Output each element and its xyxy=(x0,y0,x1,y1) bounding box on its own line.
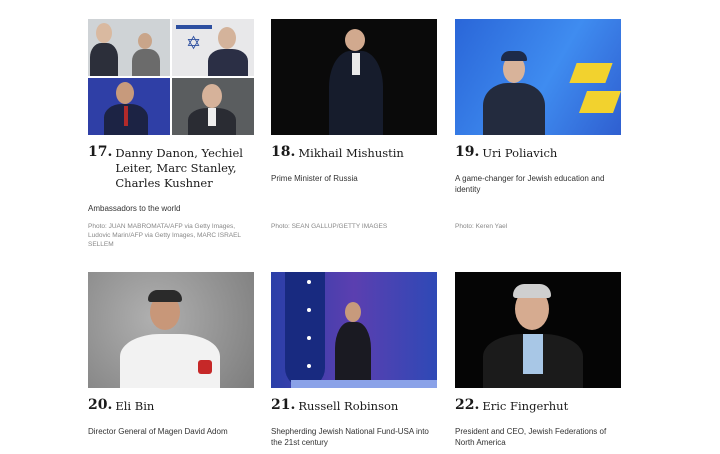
photo-eli-bin[interactable] xyxy=(88,272,254,388)
photo-charles-kushner xyxy=(172,78,254,135)
description: Shepherding Jewish National Fund-USA int… xyxy=(271,427,429,447)
card-title: 17. Danny Danon, Yechiel Leiter, Marc St… xyxy=(88,145,254,191)
card-title: 19. Uri Poliavich xyxy=(455,145,621,161)
description: President and CEO, Jewish Federations of… xyxy=(455,427,607,447)
collage-photo[interactable]: ✡ xyxy=(88,19,254,135)
rank-number: 17. xyxy=(88,144,113,160)
description: Ambassadors to the world xyxy=(88,204,181,213)
rank-number: 19. xyxy=(455,144,480,160)
card-21[interactable]: 21. Russell Robinson Shepherding Jewish … xyxy=(271,272,437,448)
honoree-names: Mikhail Mishustin xyxy=(298,146,404,160)
card-title: 18. Mikhail Mishustin xyxy=(271,145,437,161)
description: Prime Minister of Russia xyxy=(271,174,358,183)
photo-marc-stanley xyxy=(88,78,170,135)
card-title: 21. Russell Robinson xyxy=(271,398,437,414)
rank-number: 21. xyxy=(271,397,296,413)
rank-number: 18. xyxy=(271,144,296,160)
card-20[interactable]: 20. Eli Bin Director General of Magen Da… xyxy=(88,272,254,437)
photo-uri-poliavich[interactable] xyxy=(455,19,621,135)
honoree-names: Eli Bin xyxy=(115,399,155,413)
photo-russell-robinson[interactable] xyxy=(271,272,437,388)
rank-number: 20. xyxy=(88,397,113,413)
card-19[interactable]: 19. Uri Poliavich A game-changer for Jew… xyxy=(455,19,621,230)
photo-credit: Photo: SEAN GALLUP/GETTY IMAGES xyxy=(271,223,388,230)
card-22[interactable]: 22. Eric Fingerhut President and CEO, Je… xyxy=(455,272,621,448)
honoree-names: Danny Danon, Yechiel Leiter, Marc Stanle… xyxy=(115,146,243,190)
description: Director General of Magen David Adom xyxy=(88,427,228,436)
honoree-names: Uri Poliavich xyxy=(482,146,558,160)
description: A game-changer for Jewish education and … xyxy=(455,174,605,194)
photo-credit: Photo: Keren Yael xyxy=(455,223,508,230)
photo-credit: Photo: JUAN MABROMATA/AFP via Getty Imag… xyxy=(88,223,241,248)
rank-number: 22. xyxy=(455,397,480,413)
photo-eric-fingerhut[interactable] xyxy=(455,272,621,388)
card-title: 20. Eli Bin xyxy=(88,398,254,414)
photo-mikhail-mishustin[interactable] xyxy=(271,19,437,135)
photo-yechiel-leiter: ✡ xyxy=(172,19,254,76)
card-17[interactable]: ✡ 17. Danny Danon, Yechiel Leiter, Marc … xyxy=(88,19,254,248)
honoree-names: Eric Fingerhut xyxy=(482,399,569,413)
card-title: 22. Eric Fingerhut xyxy=(455,398,621,414)
honoree-names: Russell Robinson xyxy=(298,399,399,413)
card-18[interactable]: 18. Mikhail Mishustin Prime Minister of … xyxy=(271,19,437,230)
photo-danny-danon xyxy=(88,19,170,76)
